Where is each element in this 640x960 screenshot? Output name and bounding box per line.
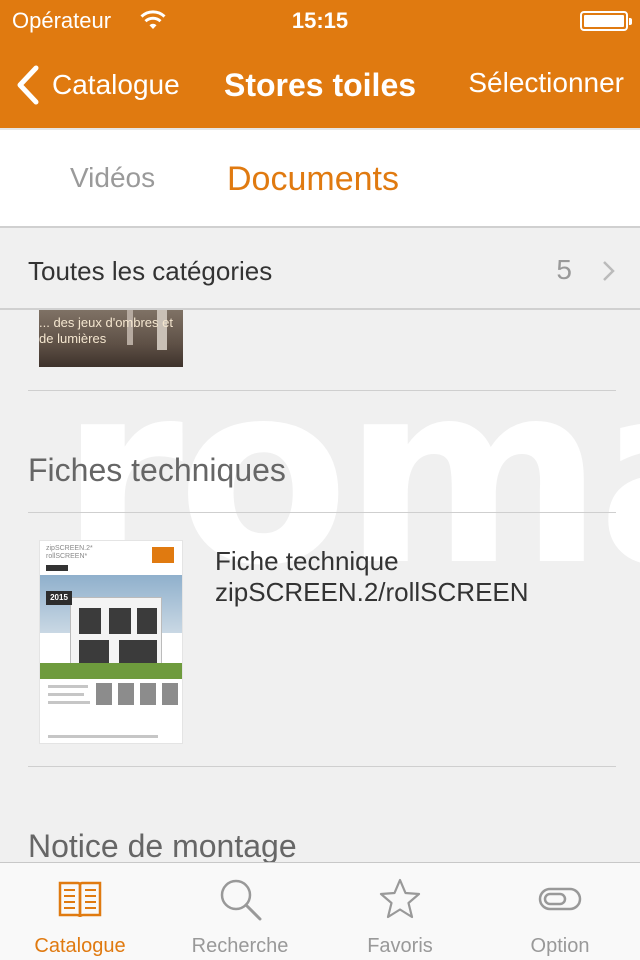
category-count: 5 bbox=[556, 254, 572, 285]
document-list[interactable]: roma ... des jeux d'ombres et de lumière… bbox=[0, 310, 640, 862]
tabbar-item-recherche[interactable]: Recherche bbox=[160, 863, 320, 960]
divider bbox=[28, 390, 616, 391]
chevron-right-icon bbox=[603, 261, 615, 281]
tabbar-item-catalogue[interactable]: Catalogue bbox=[0, 863, 160, 960]
brand-logo bbox=[152, 547, 174, 563]
divider bbox=[28, 512, 616, 513]
category-filter-row[interactable]: Toutes les catégories 5 bbox=[0, 230, 640, 310]
tabbar-label: Favoris bbox=[367, 935, 433, 957]
tab-documents[interactable]: Documents bbox=[227, 160, 399, 199]
section-title-notice: Notice de montage bbox=[28, 828, 297, 862]
divider bbox=[28, 766, 616, 767]
top-bar: Opérateur 15:15 Catalogue Stores toiles … bbox=[0, 0, 640, 128]
segment-tabs: Vidéos Documents bbox=[0, 128, 640, 228]
thumbnail-house bbox=[70, 597, 162, 667]
section-title-fiches: Fiches techniques bbox=[28, 452, 286, 488]
tab-bar: Catalogue Recherche Favoris Option bbox=[0, 862, 640, 960]
document-thumbnail-partial[interactable]: ... des jeux d'ombres et de lumières bbox=[39, 310, 183, 367]
document-thumbnail: zipSCREEN.2* rollSCREEN* 2015 bbox=[39, 540, 183, 744]
clock: 15:15 bbox=[291, 8, 349, 33]
tab-videos[interactable]: Vidéos bbox=[70, 162, 155, 194]
thumbnail-lawn bbox=[40, 663, 182, 679]
document-title-line2: zipSCREEN.2/rollSCREEN bbox=[215, 577, 529, 607]
star-icon bbox=[379, 878, 421, 919]
tabbar-item-option[interactable]: Option bbox=[480, 863, 640, 960]
thumbnail-header: zipSCREEN.2* rollSCREEN* bbox=[46, 545, 93, 560]
screen: Opérateur 15:15 Catalogue Stores toiles … bbox=[0, 0, 640, 960]
toggle-icon bbox=[538, 887, 582, 911]
navigation-bar: Catalogue Stores toiles Sélectionner bbox=[0, 40, 640, 128]
search-icon bbox=[220, 879, 262, 921]
thumbnail-tag bbox=[46, 565, 68, 571]
book-icon bbox=[58, 881, 102, 918]
list-item[interactable]: zipSCREEN.2* rollSCREEN* 2015 Fiche tech… bbox=[0, 536, 640, 766]
tabbar-label: Recherche bbox=[191, 935, 289, 957]
status-bar: Opérateur 15:15 bbox=[0, 0, 640, 40]
tabbar-item-favoris[interactable]: Favoris bbox=[320, 863, 480, 960]
select-button[interactable]: Sélectionner bbox=[468, 67, 624, 99]
thumbnail-caption: ... des jeux d'ombres et de lumières bbox=[39, 315, 173, 346]
tabbar-label: Catalogue bbox=[34, 935, 126, 957]
thumbnail-year: 2015 bbox=[46, 591, 72, 605]
document-title: Fiche technique zipSCREEN.2/rollSCREEN bbox=[215, 546, 529, 608]
tabbar-label: Option bbox=[530, 935, 590, 957]
battery-icon bbox=[580, 11, 632, 31]
category-label: Toutes les catégories bbox=[28, 256, 273, 286]
document-title-line1: Fiche technique bbox=[215, 546, 399, 576]
